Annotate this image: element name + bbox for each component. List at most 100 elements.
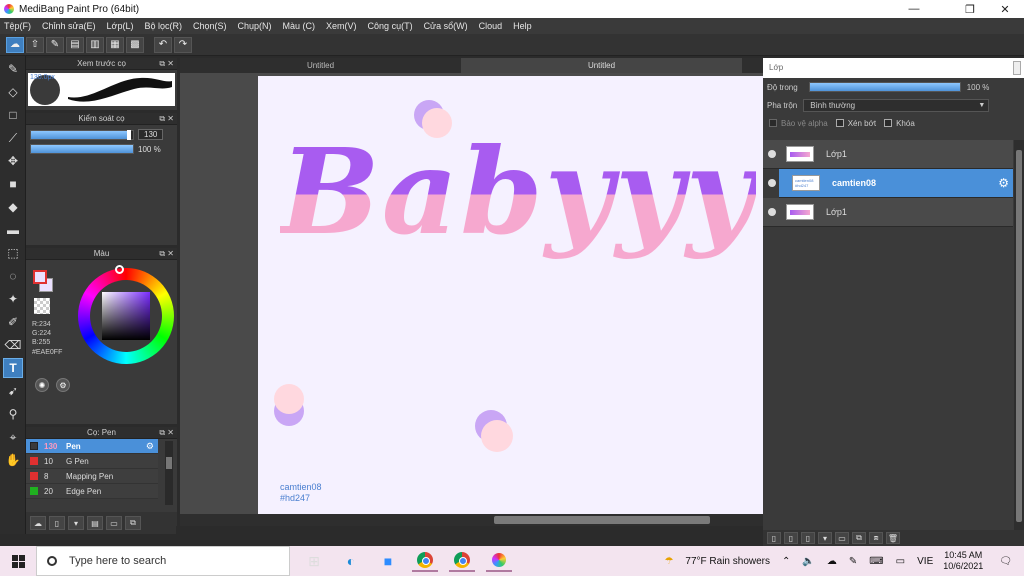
duplicate-layer-icon[interactable]: ⧉	[852, 532, 866, 544]
lock-checkbox[interactable]: Khóa	[884, 119, 915, 128]
color-settings-icon[interactable]: ⚙	[56, 378, 70, 392]
color-wheel[interactable]	[78, 265, 174, 364]
layer-settings-icon[interactable]: ⚙	[998, 176, 1009, 190]
bucket-icon[interactable]: ◆	[3, 197, 23, 217]
trash-icon[interactable]: 🗑	[886, 532, 900, 544]
dropper2-icon[interactable]: ⌖	[3, 427, 23, 447]
eraser-icon[interactable]: ◇	[3, 82, 23, 102]
redo-icon[interactable]: ↷	[174, 36, 192, 53]
layer-opacity-slider[interactable]	[808, 82, 961, 92]
duplicate-icon[interactable]: ⧉	[125, 516, 141, 530]
chevron-up-icon[interactable]: ⌃	[782, 556, 790, 567]
canvas-area[interactable]: Babyyy camtien08 #hd247	[180, 73, 763, 514]
brush-size-slider[interactable]	[30, 129, 134, 140]
menu-cloud[interactable]: Cloud	[479, 21, 503, 31]
comment-icon[interactable]: ✎	[46, 36, 64, 53]
add-brush-icon[interactable]: ▾	[68, 516, 84, 530]
edge-icon[interactable]: ◐	[338, 550, 364, 572]
new-layer-icon[interactable]: ▯	[767, 532, 781, 544]
text-icon[interactable]: T	[3, 358, 23, 378]
brush-item-edge-pen[interactable]: 20 Edge Pen	[26, 484, 158, 499]
maximize-button[interactable]: ❐	[953, 0, 987, 18]
visibility-icon[interactable]	[768, 150, 776, 158]
menu-color[interactable]: Màu (C)	[283, 21, 316, 31]
volume-icon[interactable]: 🔈	[802, 556, 814, 567]
language-indicator[interactable]: VIE	[917, 556, 933, 567]
layer-item[interactable]: Lớp1	[763, 140, 1013, 169]
taskbar-search-input[interactable]: Type here to search	[36, 546, 290, 576]
alpha-protect-checkbox[interactable]: Bảo vệ alpha	[769, 119, 828, 128]
brush-icon[interactable]: ✎	[3, 59, 23, 79]
palette-icon[interactable]: ✺	[35, 378, 49, 392]
document-icon[interactable]: ▥	[86, 36, 104, 53]
menu-tools[interactable]: Công cụ(T)	[368, 21, 413, 31]
panel-buttons[interactable]: ⧉ ✕	[159, 427, 174, 439]
tab-untitled-1[interactable]: Untitled	[180, 58, 461, 73]
merge-down-icon[interactable]: ⧈	[869, 532, 883, 544]
foreground-color-swatch[interactable]	[33, 270, 47, 284]
brush-size-handle[interactable]	[126, 129, 131, 140]
folder-icon[interactable]: ▭	[106, 516, 122, 530]
close-button[interactable]: ✕	[988, 0, 1022, 18]
cloud-icon[interactable]: ☁	[827, 556, 837, 567]
select-rect-icon[interactable]: ⬚	[3, 243, 23, 263]
folder-icon[interactable]: ▭	[835, 532, 849, 544]
select-pen-icon[interactable]: ✐	[3, 312, 23, 332]
notification-icon[interactable]: 🗨	[999, 556, 1012, 567]
menu-file[interactable]: Tệp(F)	[4, 21, 31, 31]
brush-item-mapping-pen[interactable]: 8 Mapping Pen	[26, 469, 158, 484]
cloud-icon[interactable]: ☁	[6, 36, 24, 53]
menu-window[interactable]: Cửa sổ(W)	[424, 21, 468, 31]
scrollbar-thumb[interactable]	[1016, 150, 1022, 522]
chrome-icon-2[interactable]	[449, 550, 475, 572]
curve-icon[interactable]: ⟋	[3, 128, 23, 148]
move-icon[interactable]: ✥	[3, 151, 23, 171]
canvas-paper[interactable]: Babyyy camtien08 #hd247	[258, 76, 763, 514]
brush-item-pen[interactable]: 130 Pen ⚙	[26, 439, 158, 454]
pen-icon[interactable]: ✎	[849, 556, 857, 567]
new-brush-icon[interactable]: ▯	[49, 516, 65, 530]
magic-wand-icon[interactable]: ✦	[3, 289, 23, 309]
tab-untitled-2[interactable]: Untitled	[461, 58, 742, 73]
panel-buttons[interactable]: ⧉ ✕	[159, 248, 174, 260]
visibility-icon[interactable]	[768, 208, 776, 216]
weather-text[interactable]: 77°F Rain showers	[685, 556, 770, 567]
rectangle-icon[interactable]: □	[3, 105, 23, 125]
brush-item-g-pen[interactable]: 10 G Pen	[26, 454, 158, 469]
menu-snap[interactable]: Chụp(N)	[238, 21, 272, 31]
layer-list-scrollbar[interactable]	[1014, 140, 1024, 532]
palette-icon[interactable]: ▩	[126, 36, 144, 53]
hand-icon[interactable]: ✋	[3, 450, 23, 470]
layer-item[interactable]: Lớp1	[763, 198, 1013, 227]
brush-copy-icon[interactable]: ▤	[87, 516, 103, 530]
new-halftone-layer-icon[interactable]: ▯	[784, 532, 798, 544]
panel-buttons[interactable]: ⧉ ✕	[159, 113, 174, 125]
minimize-button[interactable]: —	[897, 0, 931, 18]
layer-panel-close[interactable]	[1013, 61, 1021, 75]
task-view-icon[interactable]: ⊞	[301, 550, 327, 572]
cloud-brush-icon[interactable]: ☁	[30, 516, 46, 530]
lasso-icon[interactable]: ◌	[3, 266, 23, 286]
layer-item-selected[interactable]: camtien08 #hd247 camtien08 ⚙	[768, 169, 1013, 198]
blend-mode-select[interactable]: Bình thường ▼	[803, 98, 990, 112]
menu-select[interactable]: Chọn(S)	[193, 21, 227, 31]
taskbar-clock[interactable]: 10:45 AM 10/6/2021	[943, 550, 983, 572]
dropper-icon[interactable]: ⚲	[3, 404, 23, 424]
new-8bit-layer-icon[interactable]: ▯	[801, 532, 815, 544]
transparent-swatch[interactable]	[34, 298, 50, 314]
medibang-taskbar-icon[interactable]	[486, 550, 512, 572]
fill-rect-icon[interactable]: ■	[3, 174, 23, 194]
canvas-horizontal-scrollbar[interactable]	[180, 514, 763, 526]
display-icon[interactable]: ▭	[896, 556, 905, 567]
menu-view[interactable]: Xem(V)	[326, 21, 357, 31]
brush-list-scrollbar[interactable]	[165, 441, 173, 505]
operation-icon[interactable]: ➹	[3, 381, 23, 401]
gradient-icon[interactable]: ▬	[3, 220, 23, 240]
add-layer-menu-icon[interactable]: ▾	[818, 532, 832, 544]
select-eraser-icon[interactable]: ⌫	[3, 335, 23, 355]
menu-filter[interactable]: Bộ lọc(R)	[144, 21, 182, 31]
keyboard-icon[interactable]: ⌨	[869, 556, 883, 567]
brush-size-value[interactable]: 130	[138, 129, 164, 140]
visibility-icon[interactable]	[768, 179, 776, 187]
grid-icon[interactable]: ▦	[106, 36, 124, 53]
